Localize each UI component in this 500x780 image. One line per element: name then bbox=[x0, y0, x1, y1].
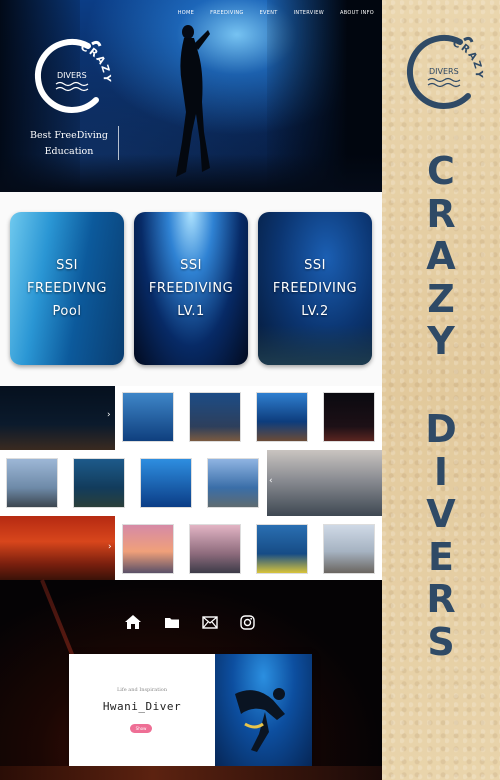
gallery-row-2: ‹ bbox=[0, 450, 382, 516]
diver-silhouette bbox=[176, 25, 210, 177]
logo-sub: DIVERS bbox=[57, 71, 87, 80]
title-letter: A bbox=[426, 234, 456, 278]
gallery-thumb[interactable] bbox=[122, 524, 174, 574]
profile-subtitle: Life and Inspiration bbox=[116, 687, 168, 693]
profile-card: Life and Inspiration Hwani_Diver Show bbox=[69, 654, 312, 766]
gallery-thumb[interactable] bbox=[256, 392, 308, 442]
gallery-thumb[interactable] bbox=[73, 458, 125, 508]
gallery-row-1: › bbox=[0, 386, 382, 450]
title-letter: E bbox=[428, 534, 454, 579]
crazy-divers-logo: CRAZY DIVERS bbox=[407, 35, 482, 109]
website-preview: Home Freediving Event Interview About In… bbox=[0, 0, 382, 780]
gallery-thumb[interactable] bbox=[189, 392, 241, 442]
page-bottom-edge bbox=[0, 766, 382, 780]
tagline-divider bbox=[118, 126, 119, 160]
gallery-row-3: › bbox=[0, 516, 382, 580]
gallery-thumb[interactable] bbox=[189, 524, 241, 574]
chevron-right-icon[interactable]: › bbox=[107, 410, 111, 420]
vertical-title-divers: D I V E R S bbox=[382, 408, 500, 663]
profile-name: Hwani_Diver bbox=[102, 700, 182, 713]
diver-photo bbox=[235, 688, 285, 752]
title-letter: V bbox=[426, 492, 456, 536]
gallery-thumb[interactable] bbox=[207, 458, 259, 508]
hero-section: Home Freediving Event Interview About In… bbox=[0, 0, 382, 192]
home-icon[interactable] bbox=[124, 614, 142, 630]
course-card-lv2[interactable]: SSI FREEDIVING LV.2 bbox=[258, 212, 372, 365]
top-navigation: Home Freediving Event Interview About In… bbox=[178, 10, 374, 16]
gallery-thumb[interactable] bbox=[323, 392, 375, 442]
course-cards: SSI FREEDIVNG Pool SSI FREEDIVING LV.1 S… bbox=[0, 192, 382, 386]
nav-item-interview[interactable]: Interview bbox=[294, 10, 324, 16]
gallery-thumb[interactable] bbox=[140, 458, 192, 508]
gallery-feature-image[interactable] bbox=[0, 516, 115, 580]
card-line-2: FREEDIVING bbox=[272, 281, 358, 296]
show-button[interactable]: Show bbox=[130, 724, 152, 733]
chevron-left-icon[interactable]: ‹ bbox=[269, 476, 273, 486]
title-letter: I bbox=[433, 449, 449, 494]
gallery-thumb[interactable] bbox=[6, 458, 58, 508]
chevron-right-icon[interactable]: › bbox=[108, 542, 112, 552]
title-letter: D bbox=[425, 407, 457, 451]
card-line-3: LV.2 bbox=[301, 304, 329, 319]
nav-item-about[interactable]: About Info bbox=[340, 10, 374, 16]
profile-photo bbox=[215, 654, 312, 766]
title-letter: Z bbox=[427, 276, 455, 321]
footer-icon-bar bbox=[124, 614, 255, 630]
profile-card-text: Life and Inspiration Hwani_Diver Show bbox=[69, 654, 215, 766]
gallery-feature-image[interactable] bbox=[267, 450, 382, 516]
gallery-thumb[interactable] bbox=[256, 524, 308, 574]
vertical-title-crazy: C R A Z Y bbox=[382, 150, 500, 363]
gallery-feature-image[interactable] bbox=[0, 386, 115, 450]
tagline-line-1: Best FreeDiving bbox=[30, 130, 108, 141]
title-letter: S bbox=[427, 619, 455, 664]
card-line-1: SSI bbox=[56, 258, 78, 273]
nav-item-home[interactable]: Home bbox=[178, 10, 194, 16]
nav-item-event[interactable]: Event bbox=[260, 10, 278, 16]
logo-sub: DIVERS bbox=[429, 67, 459, 76]
card-line-2: FREEDIVING bbox=[148, 281, 234, 296]
gallery-thumb[interactable] bbox=[122, 392, 174, 442]
nav-item-freediving[interactable]: Freediving bbox=[210, 10, 244, 16]
title-letter: R bbox=[426, 191, 456, 236]
gallery-thumb[interactable] bbox=[323, 524, 375, 574]
card-line-1: SSI bbox=[180, 258, 202, 273]
course-card-pool[interactable]: SSI FREEDIVNG Pool bbox=[10, 212, 124, 365]
brand-side-panel: CRAZY DIVERS C R A Z Y D I V E R S bbox=[382, 0, 500, 780]
crazy-divers-logo[interactable]: CRAZY DIVERS bbox=[26, 36, 112, 122]
course-card-lv1[interactable]: SSI FREEDIVING LV.1 bbox=[134, 212, 248, 365]
hero-tagline: Best FreeDiving Education bbox=[22, 128, 116, 160]
title-letter: R bbox=[426, 577, 456, 621]
title-letter: Y bbox=[427, 319, 455, 363]
instagram-icon[interactable] bbox=[240, 614, 255, 630]
card-line-2: FREEDIVNG bbox=[27, 281, 107, 296]
mail-icon[interactable] bbox=[202, 615, 218, 629]
title-letter: C bbox=[427, 149, 455, 193]
card-line-1: SSI bbox=[304, 258, 326, 273]
card-line-3: Pool bbox=[52, 304, 82, 319]
card-line-3: LV.1 bbox=[177, 304, 205, 319]
folder-icon[interactable] bbox=[164, 616, 180, 629]
tagline-line-2: Education bbox=[44, 146, 94, 157]
